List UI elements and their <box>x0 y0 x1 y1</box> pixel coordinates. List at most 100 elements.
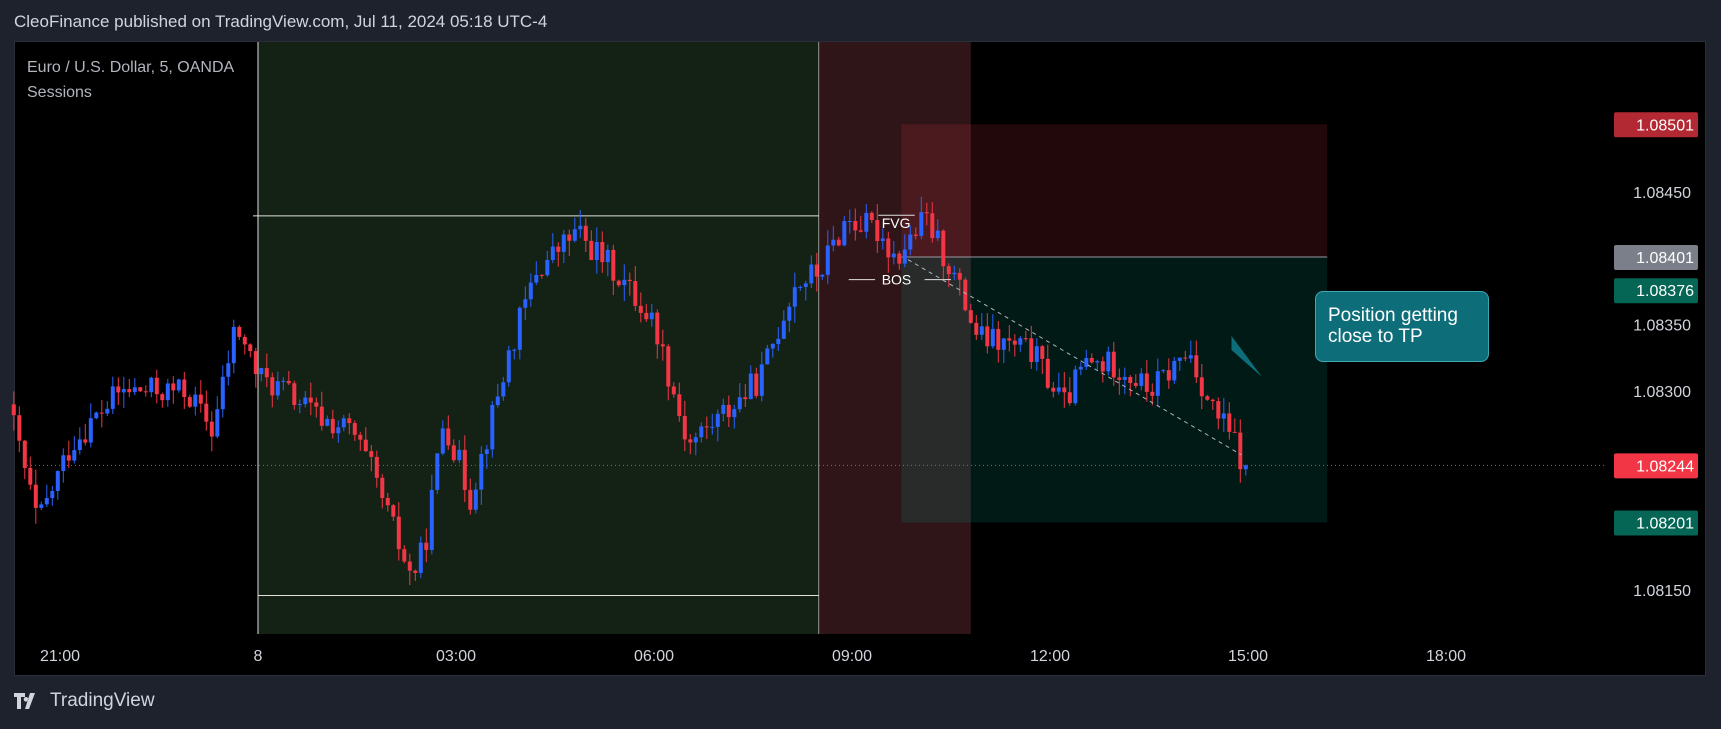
indicator-label[interactable]: Sessions <box>27 80 234 105</box>
candle-body <box>935 230 940 239</box>
candle-body <box>638 305 643 313</box>
candle-body <box>242 336 247 345</box>
candle-body <box>193 394 198 407</box>
candle-body <box>660 344 665 347</box>
price-chart[interactable]: FVG BOS 1.08450 1.08350 1.08300 1.08150 1.085… <box>0 0 1721 729</box>
candle-body <box>127 389 132 393</box>
candle-body <box>1221 413 1226 419</box>
candle-body <box>1073 369 1078 404</box>
asia-session-box <box>258 42 819 634</box>
tp-callout: Position getting close to TP <box>1315 291 1489 362</box>
brand-name: TradingView <box>50 690 155 711</box>
candle-body <box>44 498 49 505</box>
candle-body <box>913 234 918 236</box>
candle-body <box>171 383 176 391</box>
candle-body <box>721 404 726 414</box>
time-tick-label: 06:00 <box>634 648 674 665</box>
candle-body <box>358 434 363 440</box>
candle-body <box>83 439 88 443</box>
candle-body <box>88 418 93 443</box>
candle-body <box>154 377 159 395</box>
candle-body <box>429 489 434 550</box>
candle-body <box>297 404 302 406</box>
candle-body <box>479 454 484 490</box>
candle-body <box>1084 358 1089 367</box>
time-tick-label: 03:00 <box>436 648 476 665</box>
candle-body <box>490 405 495 450</box>
candle-body <box>33 484 38 508</box>
candle-body <box>941 230 946 267</box>
stop-loss-zone[interactable] <box>901 124 1328 258</box>
bos-label: BOS <box>882 272 912 288</box>
candle-body <box>402 549 407 562</box>
candle-body <box>534 274 539 283</box>
candle-body <box>677 394 682 417</box>
candle-body <box>726 404 731 418</box>
candle-body <box>666 346 671 387</box>
candle-body <box>1188 355 1193 359</box>
price-badge-label: 1.08376 <box>1636 283 1694 300</box>
price-axis[interactable]: 1.08450 1.08350 1.08300 1.08150 1.08501 1.084… <box>1614 112 1698 600</box>
candle-body <box>539 274 544 276</box>
candle-body <box>759 364 764 396</box>
candle-body <box>567 234 572 241</box>
candle-body <box>974 322 979 335</box>
candle-body <box>22 440 27 468</box>
short-position-tool[interactable] <box>901 124 1328 523</box>
candle-body <box>682 416 687 440</box>
candle-body <box>138 387 143 392</box>
candle-body <box>55 471 60 492</box>
price-tick-label: 1.08450 <box>1633 185 1691 202</box>
chart-legend: Euro / U.S. Dollar, 5, OANDA Sessions <box>27 55 234 105</box>
candle-body <box>1007 338 1012 341</box>
candle-body <box>187 397 192 407</box>
candle-body <box>473 489 478 510</box>
candle-body <box>1001 338 1006 350</box>
candle-body <box>704 426 709 428</box>
price-badge-label: 1.08244 <box>1636 458 1694 475</box>
candle-body <box>1155 371 1160 396</box>
time-tick-label: 12:00 <box>1030 648 1070 665</box>
candle-body <box>1205 396 1210 400</box>
candle-body <box>94 412 99 419</box>
candle-body <box>1045 358 1050 388</box>
candle-body <box>869 212 874 221</box>
candle-body <box>996 328 1001 350</box>
candle-body <box>765 348 770 365</box>
candle-body <box>1106 351 1111 372</box>
candle-body <box>1056 387 1061 392</box>
candle-body <box>50 491 55 499</box>
candle-body <box>1117 377 1122 380</box>
candle-body <box>770 344 775 349</box>
candle-body <box>594 242 599 261</box>
candle-body <box>842 221 847 246</box>
candle-body <box>325 418 330 426</box>
candle-body <box>1051 387 1056 392</box>
candle-body <box>979 326 984 335</box>
candle-body <box>814 264 819 277</box>
candle-body <box>1216 401 1221 419</box>
price-badge-label: 1.08201 <box>1636 515 1694 532</box>
candle-body <box>303 397 308 405</box>
candle-body <box>1034 346 1039 363</box>
candle-body <box>132 387 137 393</box>
symbol-title[interactable]: Euro / U.S. Dollar, 5, OANDA <box>27 55 234 80</box>
candle-body <box>1183 357 1188 359</box>
candle-body <box>836 239 841 246</box>
candle-body <box>957 272 962 280</box>
candle-body <box>39 504 44 508</box>
candle-body <box>308 397 313 403</box>
time-axis[interactable]: 21:00 8 03:00 06:00 09:00 12:00 15:00 18:00 <box>40 648 1466 665</box>
candle-body <box>484 449 489 455</box>
price-badge-label: 1.08401 <box>1636 250 1694 267</box>
candle-body <box>281 380 286 382</box>
candle-body <box>1199 377 1204 397</box>
candle-body <box>462 449 467 490</box>
candle-body <box>616 280 621 286</box>
candle-body <box>424 542 429 550</box>
candle-body <box>314 402 319 407</box>
candle-body <box>61 455 66 472</box>
candle-body <box>1150 391 1155 396</box>
candle-body <box>649 312 654 320</box>
candle-body <box>1018 338 1023 345</box>
